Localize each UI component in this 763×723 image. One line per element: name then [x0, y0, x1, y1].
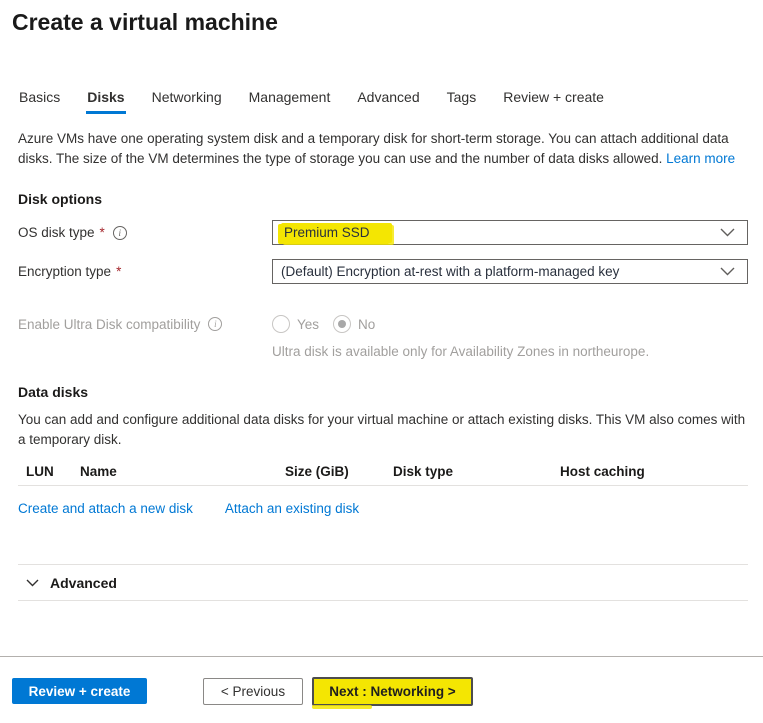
ultra-disk-label-group: Enable Ultra Disk compatibility i — [18, 317, 272, 332]
data-disks-description: You can add and configure additional dat… — [18, 410, 753, 450]
radio-yes-circle — [272, 315, 290, 333]
chevron-down-icon — [720, 267, 735, 276]
ultra-disk-row: Enable Ultra Disk compatibility i Yes No — [18, 315, 763, 333]
create-attach-new-disk-link[interactable]: Create and attach a new disk — [18, 501, 193, 516]
tab-tags[interactable]: Tags — [446, 89, 478, 114]
info-icon[interactable]: i — [208, 317, 222, 331]
encryption-type-row: Encryption type * (Default) Encryption a… — [18, 259, 763, 284]
intro-body: Azure VMs have one operating system disk… — [18, 131, 729, 166]
encryption-type-select[interactable]: (Default) Encryption at-rest with a plat… — [272, 259, 748, 284]
learn-more-link[interactable]: Learn more — [666, 151, 735, 166]
disk-options-heading: Disk options — [18, 191, 763, 207]
column-name: Name — [80, 464, 117, 479]
column-size: Size (GiB) — [285, 464, 349, 479]
footer-bar: Review + create < Previous Next : Networ… — [0, 656, 763, 723]
os-disk-type-row: OS disk type * i Premium SSD — [18, 220, 763, 245]
tab-networking[interactable]: Networking — [151, 89, 223, 114]
tab-disks[interactable]: Disks — [86, 89, 125, 114]
tab-advanced[interactable]: Advanced — [356, 89, 420, 114]
column-lun: LUN — [26, 464, 54, 479]
divider — [18, 600, 748, 601]
radio-no-label: No — [358, 317, 375, 332]
required-star: * — [116, 264, 121, 279]
radio-no-circle — [333, 315, 351, 333]
next-networking-button[interactable]: Next : Networking > — [312, 677, 473, 706]
encryption-type-label: Encryption type — [18, 264, 111, 279]
data-disks-heading: Data disks — [18, 384, 763, 400]
previous-button[interactable]: < Previous — [203, 678, 303, 705]
attach-existing-disk-link[interactable]: Attach an existing disk — [225, 501, 359, 516]
ultra-disk-note: Ultra disk is available only for Availab… — [272, 344, 763, 359]
data-disks-links: Create and attach a new disk Attach an e… — [18, 501, 763, 516]
info-icon[interactable]: i — [113, 226, 127, 240]
required-star: * — [100, 225, 105, 240]
chevron-down-icon — [26, 579, 39, 587]
tab-bar: Basics Disks Networking Management Advan… — [18, 89, 763, 114]
encryption-type-value: (Default) Encryption at-rest with a plat… — [281, 264, 619, 279]
review-create-button[interactable]: Review + create — [12, 678, 147, 704]
column-host-caching: Host caching — [560, 464, 645, 479]
create-vm-page: Create a virtual machine Basics Disks Ne… — [0, 0, 763, 723]
chevron-down-icon — [720, 228, 735, 237]
encryption-type-label-group: Encryption type * — [18, 264, 272, 279]
os-disk-type-value: Premium SSD — [281, 223, 392, 243]
data-disks-table-header: LUN Name Size (GiB) Disk type Host cachi… — [18, 464, 748, 486]
intro-text: Azure VMs have one operating system disk… — [18, 129, 753, 169]
radio-no: No — [333, 315, 375, 333]
os-disk-type-label-group: OS disk type * i — [18, 225, 272, 240]
radio-yes-label: Yes — [297, 317, 319, 332]
column-disk-type: Disk type — [393, 464, 453, 479]
os-disk-type-label: OS disk type — [18, 225, 95, 240]
radio-yes: Yes — [272, 315, 319, 333]
os-disk-type-select[interactable]: Premium SSD — [272, 220, 748, 245]
tab-management[interactable]: Management — [248, 89, 332, 114]
page-title: Create a virtual machine — [0, 0, 763, 36]
ultra-disk-label: Enable Ultra Disk compatibility — [18, 317, 200, 332]
advanced-section-label: Advanced — [50, 575, 117, 591]
tab-review-create[interactable]: Review + create — [502, 89, 605, 114]
ultra-disk-radio-group: Yes No — [272, 315, 375, 333]
advanced-section-toggle[interactable]: Advanced — [26, 565, 763, 600]
tab-basics[interactable]: Basics — [18, 89, 61, 114]
